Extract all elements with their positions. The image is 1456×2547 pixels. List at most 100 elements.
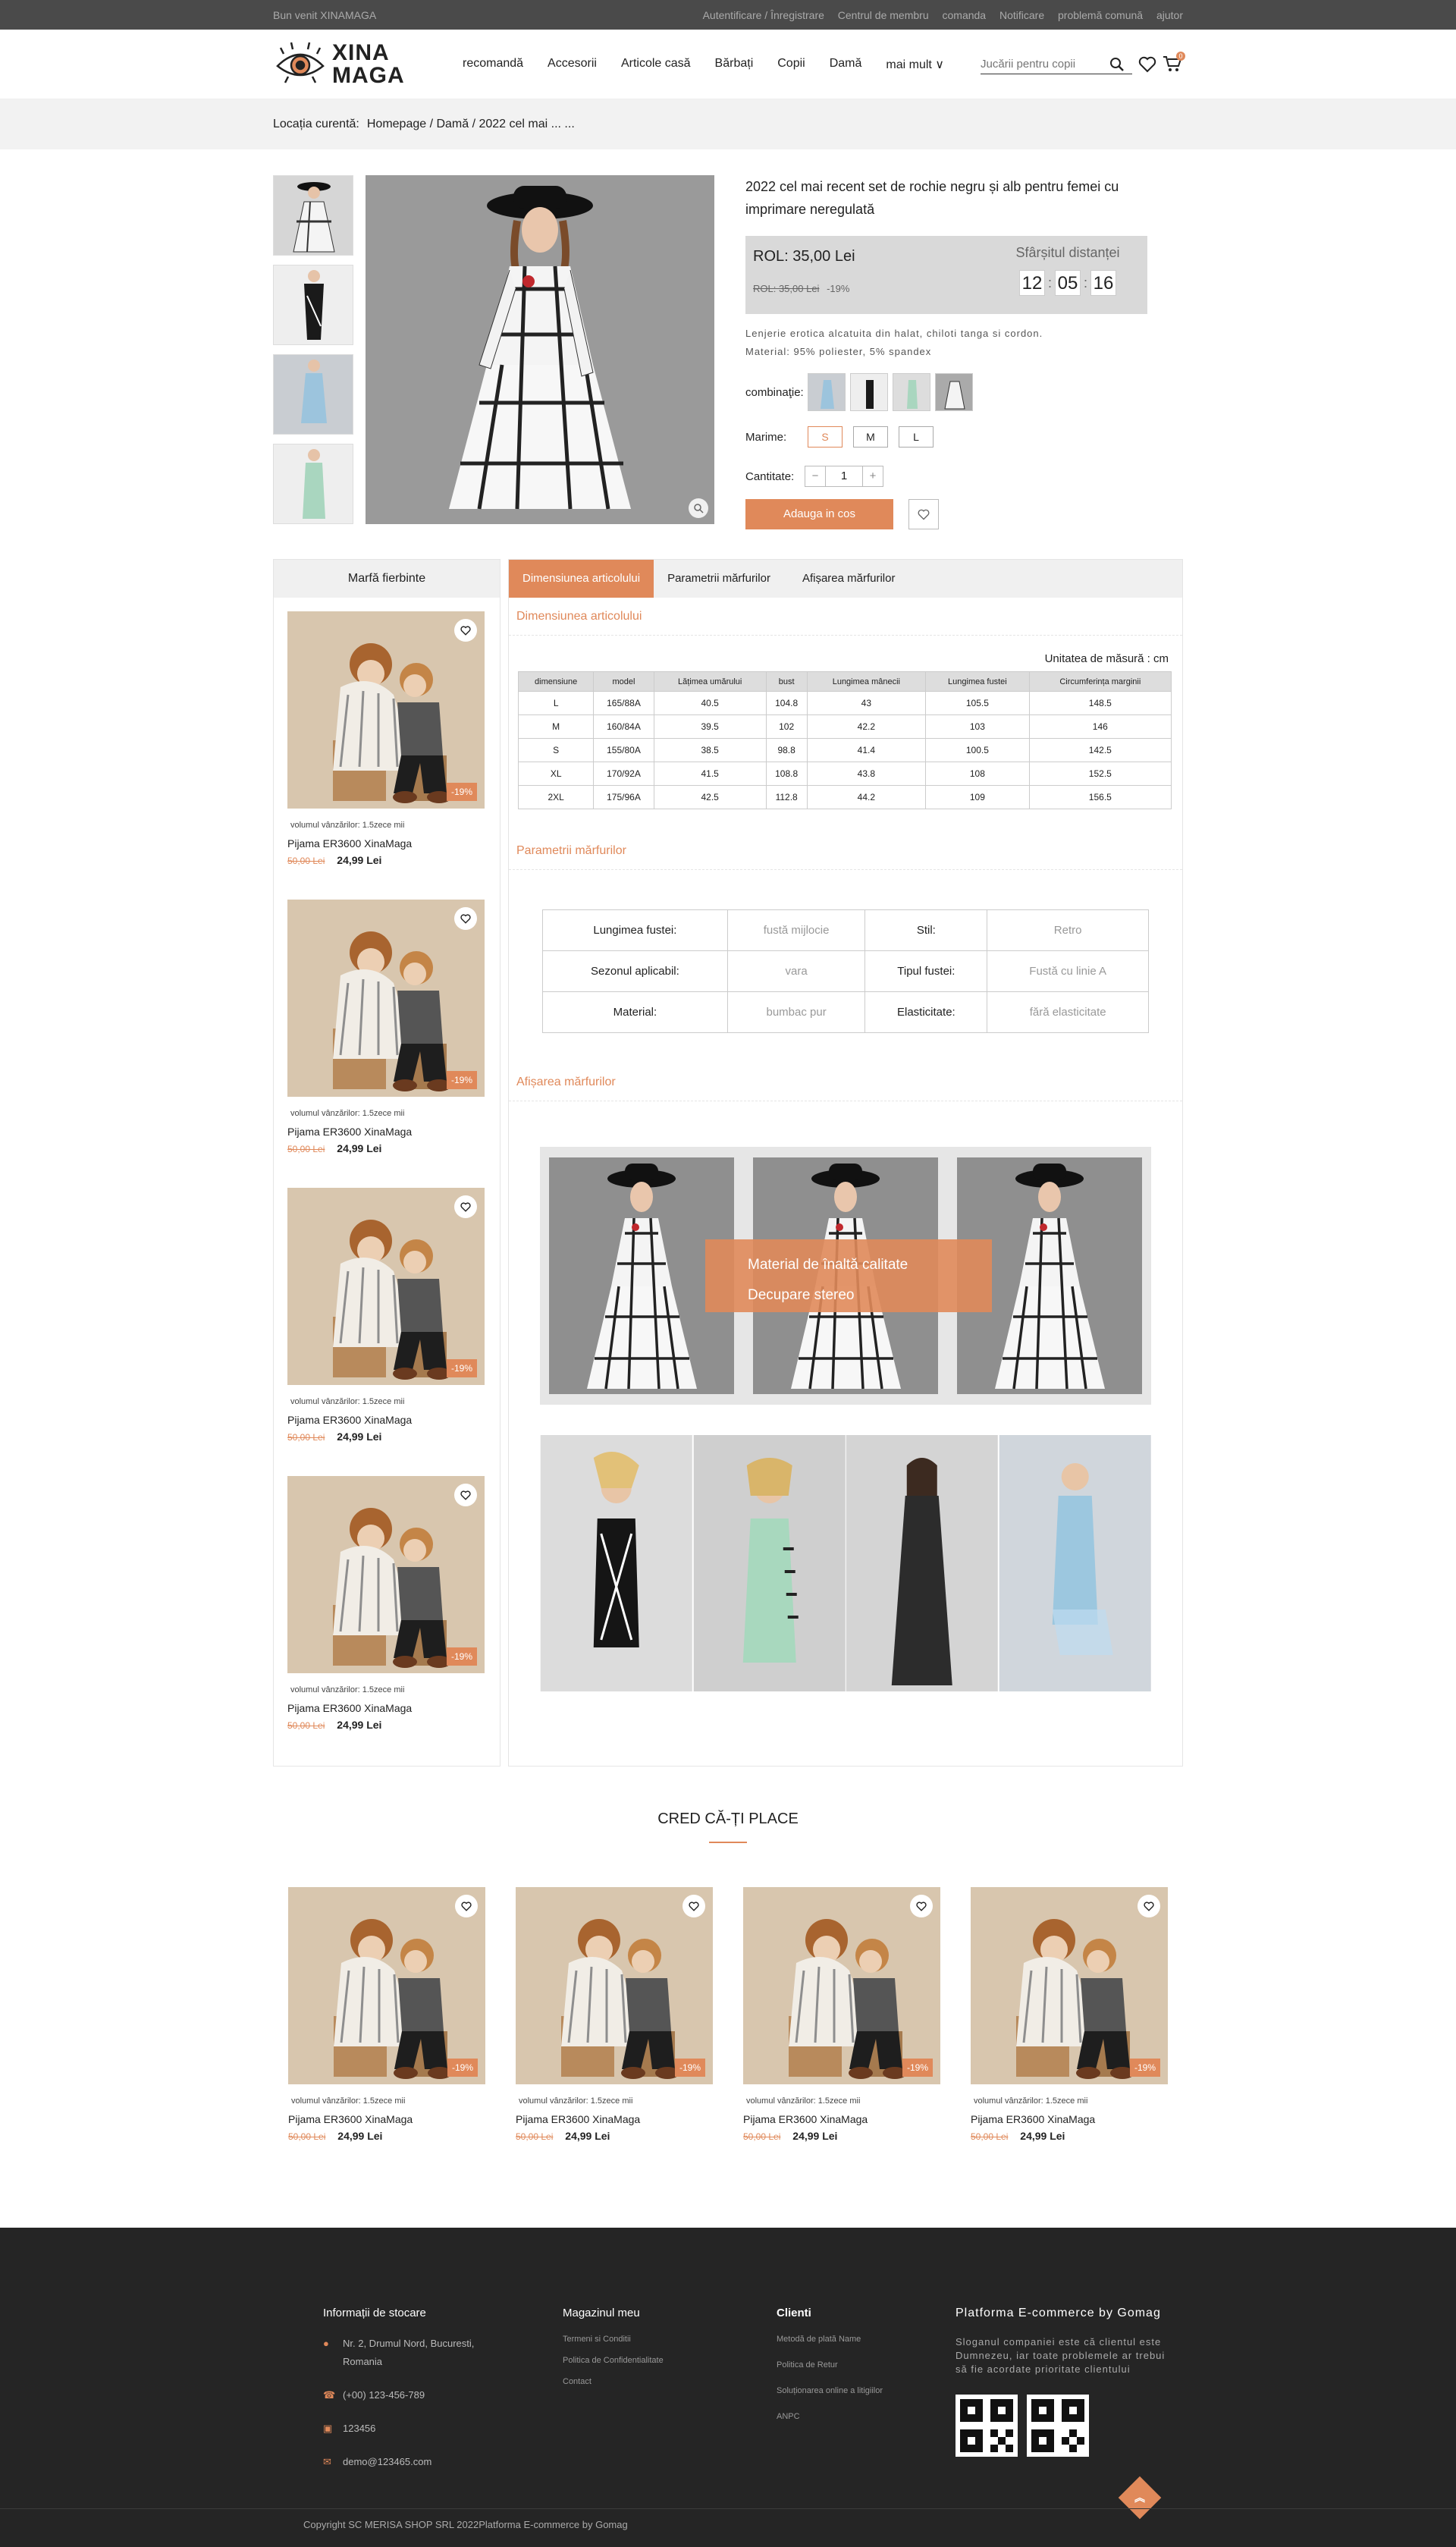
size-section-heading: Dimensiunea articolului (509, 598, 1182, 636)
swatch-3[interactable] (893, 373, 930, 411)
tab-display[interactable]: Afișarea mărfurilor (789, 560, 909, 598)
nav-home-items[interactable]: Articole casă (621, 57, 691, 72)
product-image[interactable]: -19% (971, 1887, 1168, 2084)
contact-link[interactable]: Contact (563, 2377, 777, 2386)
tab-parameters[interactable]: Parametrii mărfurilor (654, 560, 784, 598)
product-image[interactable]: -19% (287, 1188, 485, 1385)
thumbnail-1[interactable] (273, 175, 353, 256)
sidebar-title: Marfă fierbinte (274, 560, 500, 598)
favorite-icon[interactable] (454, 619, 477, 642)
size-option-m[interactable]: M (853, 426, 888, 448)
params-table-row: Material: bumbac pur Elasticitate: fără ela… (542, 991, 1149, 1033)
product-image[interactable]: -19% (288, 1887, 485, 2084)
privacy-link[interactable]: Politica de Confidentialitate (563, 2356, 777, 2365)
favorite-icon[interactable] (910, 1895, 933, 1917)
product-card[interactable]: -19% volumul vânzărilor: 1.5zece mii Pij… (274, 900, 500, 1154)
sales-volume: volumul vânzărilor: 1.5zece mii (746, 2096, 861, 2106)
heart-icon[interactable] (1138, 56, 1156, 73)
product-name[interactable]: Pijama ER3600 XinaMaga (287, 837, 486, 850)
thumbnail-3[interactable] (273, 354, 353, 435)
product-image[interactable]: -19% (287, 611, 485, 809)
product-image[interactable]: -19% (287, 1476, 485, 1673)
add-to-cart-button[interactable]: Adauga in cos (745, 499, 893, 529)
tab-size[interactable]: Dimensiunea articolului (509, 560, 654, 598)
notifications-link[interactable]: Notificare (999, 9, 1044, 21)
cart[interactable]: 0 (1163, 51, 1186, 75)
product-name[interactable]: Pijama ER3600 XinaMaga (287, 1414, 486, 1426)
breadcrumb-path[interactable]: Homepage / Damă / 2022 cel mai ... ... (367, 118, 575, 131)
param-label: Lungimea fustei: (542, 909, 728, 951)
product-card[interactable]: -19% volumul vânzărilor: 1.5zece mii Pij… (274, 611, 500, 866)
product-card[interactable]: -19% volumul vânzărilor: 1.5zece mii Pij… (971, 1887, 1168, 2142)
qr-code-1 (956, 2395, 1018, 2457)
terms-link[interactable]: Termeni si Conditii (563, 2335, 777, 2344)
size-option-l[interactable]: L (899, 426, 934, 448)
old-price: 50,00 Lei (287, 1144, 325, 1154)
product-name[interactable]: Pijama ER3600 XinaMaga (287, 1126, 486, 1138)
product-card[interactable]: -19% volumul vânzărilor: 1.5zece mii Pij… (288, 1887, 485, 2142)
footer-clients-title: Clienti (777, 2307, 811, 2319)
help-link[interactable]: ajutor (1156, 9, 1183, 21)
product-card[interactable]: -19% volumul vânzărilor: 1.5zece mii Pij… (274, 1476, 500, 1731)
product-card[interactable]: -19% volumul vânzărilor: 1.5zece mii Pij… (743, 1887, 940, 2142)
footer-shop-title: Magazinul meu (563, 2307, 640, 2319)
search-input[interactable] (981, 58, 1110, 71)
quantity-increase-button[interactable]: + (863, 466, 883, 486)
address-text: Nr. 2, Drumul Nord, Bucuresti, Romania (343, 2338, 475, 2367)
product-name[interactable]: Pijama ER3600 XinaMaga (287, 1702, 486, 1714)
product-image[interactable]: -19% (287, 900, 485, 1097)
nav-more[interactable]: mai mult ∨ (886, 57, 944, 72)
favorite-icon[interactable] (1138, 1895, 1160, 1917)
product-image[interactable]: -19% (516, 1887, 713, 2084)
zoom-icon[interactable] (689, 498, 708, 518)
size-table-row: S 155/80A 38.5 98.8 41.4 100.5 142.5 (517, 738, 1172, 762)
online-disputes-link[interactable]: Soluționarea online a litigiilor (777, 2386, 956, 2395)
product-name[interactable]: Pijama ER3600 XinaMaga (516, 2113, 713, 2125)
logo[interactable]: XINA MAGA (273, 37, 463, 92)
product-name[interactable]: Pijama ER3600 XinaMaga (288, 2113, 485, 2125)
thumbnail-2[interactable] (273, 265, 353, 345)
product-name[interactable]: Pijama ER3600 XinaMaga (743, 2113, 940, 2125)
anpc-link[interactable]: ANPC (777, 2412, 956, 2421)
product-name[interactable]: Pijama ER3600 XinaMaga (971, 2113, 1168, 2125)
login-register-link[interactable]: Autentificare / Înregistrare (703, 9, 824, 21)
swatch-2[interactable] (850, 373, 888, 411)
combination-row: combinaţie: (745, 373, 1147, 411)
product-card[interactable]: -19% volumul vânzărilor: 1.5zece mii Pij… (274, 1188, 500, 1443)
product-card[interactable]: -19% volumul vânzărilor: 1.5zece mii Pij… (516, 1887, 713, 2142)
size-table-cell: 175/96A (593, 785, 654, 809)
search-icon[interactable] (1109, 57, 1125, 72)
sales-volume: volumul vânzărilor: 1.5zece mii (290, 1685, 405, 1694)
size-option-s[interactable]: S (808, 426, 843, 448)
favorite-icon[interactable] (455, 1895, 478, 1917)
discount-badge: -19% (446, 1359, 477, 1377)
copyright-text: Copyright SC MERISA SHOP SRL 2022Platfor… (303, 2519, 628, 2530)
quantity-input[interactable]: 1 (825, 466, 863, 486)
sales-volume: volumul vânzărilor: 1.5zece mii (974, 2096, 1088, 2106)
back-to-top-button[interactable]: ︽ (1118, 2476, 1162, 2520)
countdown: Sfârșitul distanței 12: 05: 16 (1003, 245, 1132, 296)
favorite-button[interactable] (908, 499, 939, 529)
combination-label: combinaţie: (745, 385, 804, 399)
return-policy-link[interactable]: Politica de Retur (777, 2360, 956, 2370)
favorite-icon[interactable] (682, 1895, 705, 1917)
favorite-icon[interactable] (454, 1484, 477, 1506)
favorite-icon[interactable] (454, 907, 477, 930)
quantity-decrease-button[interactable]: − (805, 466, 825, 486)
nav-women[interactable]: Damă (830, 57, 862, 72)
nav-children[interactable]: Copii (777, 57, 805, 72)
swatch-1[interactable] (808, 373, 846, 411)
product-image[interactable]: -19% (743, 1887, 940, 2084)
nav-men[interactable]: Bărbați (715, 57, 754, 72)
orders-link[interactable]: comanda (943, 9, 987, 21)
member-center-link[interactable]: Centrul de membru (838, 9, 929, 21)
dress-collection-image (540, 1435, 1151, 1691)
nav-accessories[interactable]: Accesorii (548, 57, 597, 72)
params-table-row: Lungimea fustei: fustă mijlocie Stil: Retro (542, 909, 1149, 951)
favorite-icon[interactable] (454, 1195, 477, 1218)
faq-link[interactable]: problemă comună (1058, 9, 1143, 21)
swatch-4[interactable] (935, 373, 973, 411)
thumbnail-4[interactable] (273, 444, 353, 524)
nav-recommend[interactable]: recomandă (463, 57, 523, 72)
payment-method-link[interactable]: Metodă de plată Name (777, 2335, 956, 2344)
